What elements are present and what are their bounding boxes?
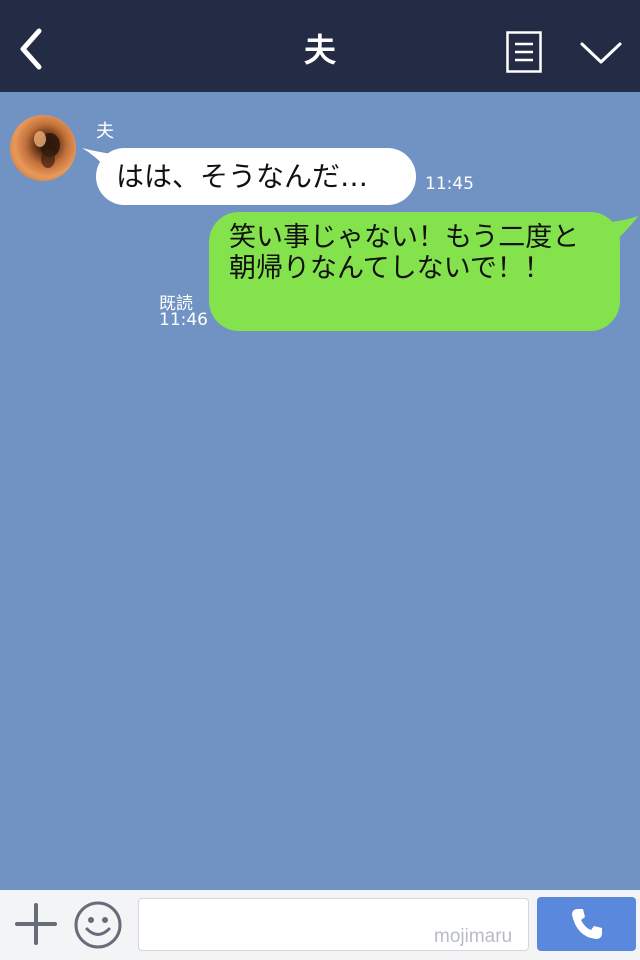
chat-title: 夫 xyxy=(303,31,336,69)
call-button[interactable] xyxy=(537,897,636,951)
watermark-text: mojimaru xyxy=(434,926,513,947)
phone-icon xyxy=(571,909,602,939)
menu-button[interactable] xyxy=(506,31,542,73)
smiley-icon xyxy=(74,901,122,949)
chat-header: 夫 xyxy=(0,0,640,92)
composer-bar: mojimaru xyxy=(0,890,640,960)
chevron-left-icon xyxy=(20,28,42,70)
sender-name: 夫 xyxy=(96,121,114,142)
message-bubble-outgoing[interactable]: 笑い事じゃない！もう二度と朝帰りなんてしないで！！ xyxy=(209,212,620,331)
avatar[interactable] xyxy=(10,115,76,181)
menu-list-icon xyxy=(506,31,542,73)
chevron-down-icon xyxy=(580,42,622,64)
avatar-image xyxy=(34,131,60,168)
chat-area[interactable]: 夫 はは、そうなんだ… 11:45 笑い事じゃない！もう二度と朝帰りなんてしない… xyxy=(0,92,640,890)
message-bubble-incoming[interactable]: はは、そうなんだ… xyxy=(96,148,416,205)
message-time: 11:45 xyxy=(425,174,474,194)
emoji-button[interactable] xyxy=(73,900,123,950)
plus-icon xyxy=(15,903,57,945)
message-time: 11:46 xyxy=(159,310,208,330)
expand-button[interactable] xyxy=(578,36,624,70)
add-attachment-button[interactable] xyxy=(14,902,58,946)
back-button[interactable] xyxy=(10,24,50,74)
